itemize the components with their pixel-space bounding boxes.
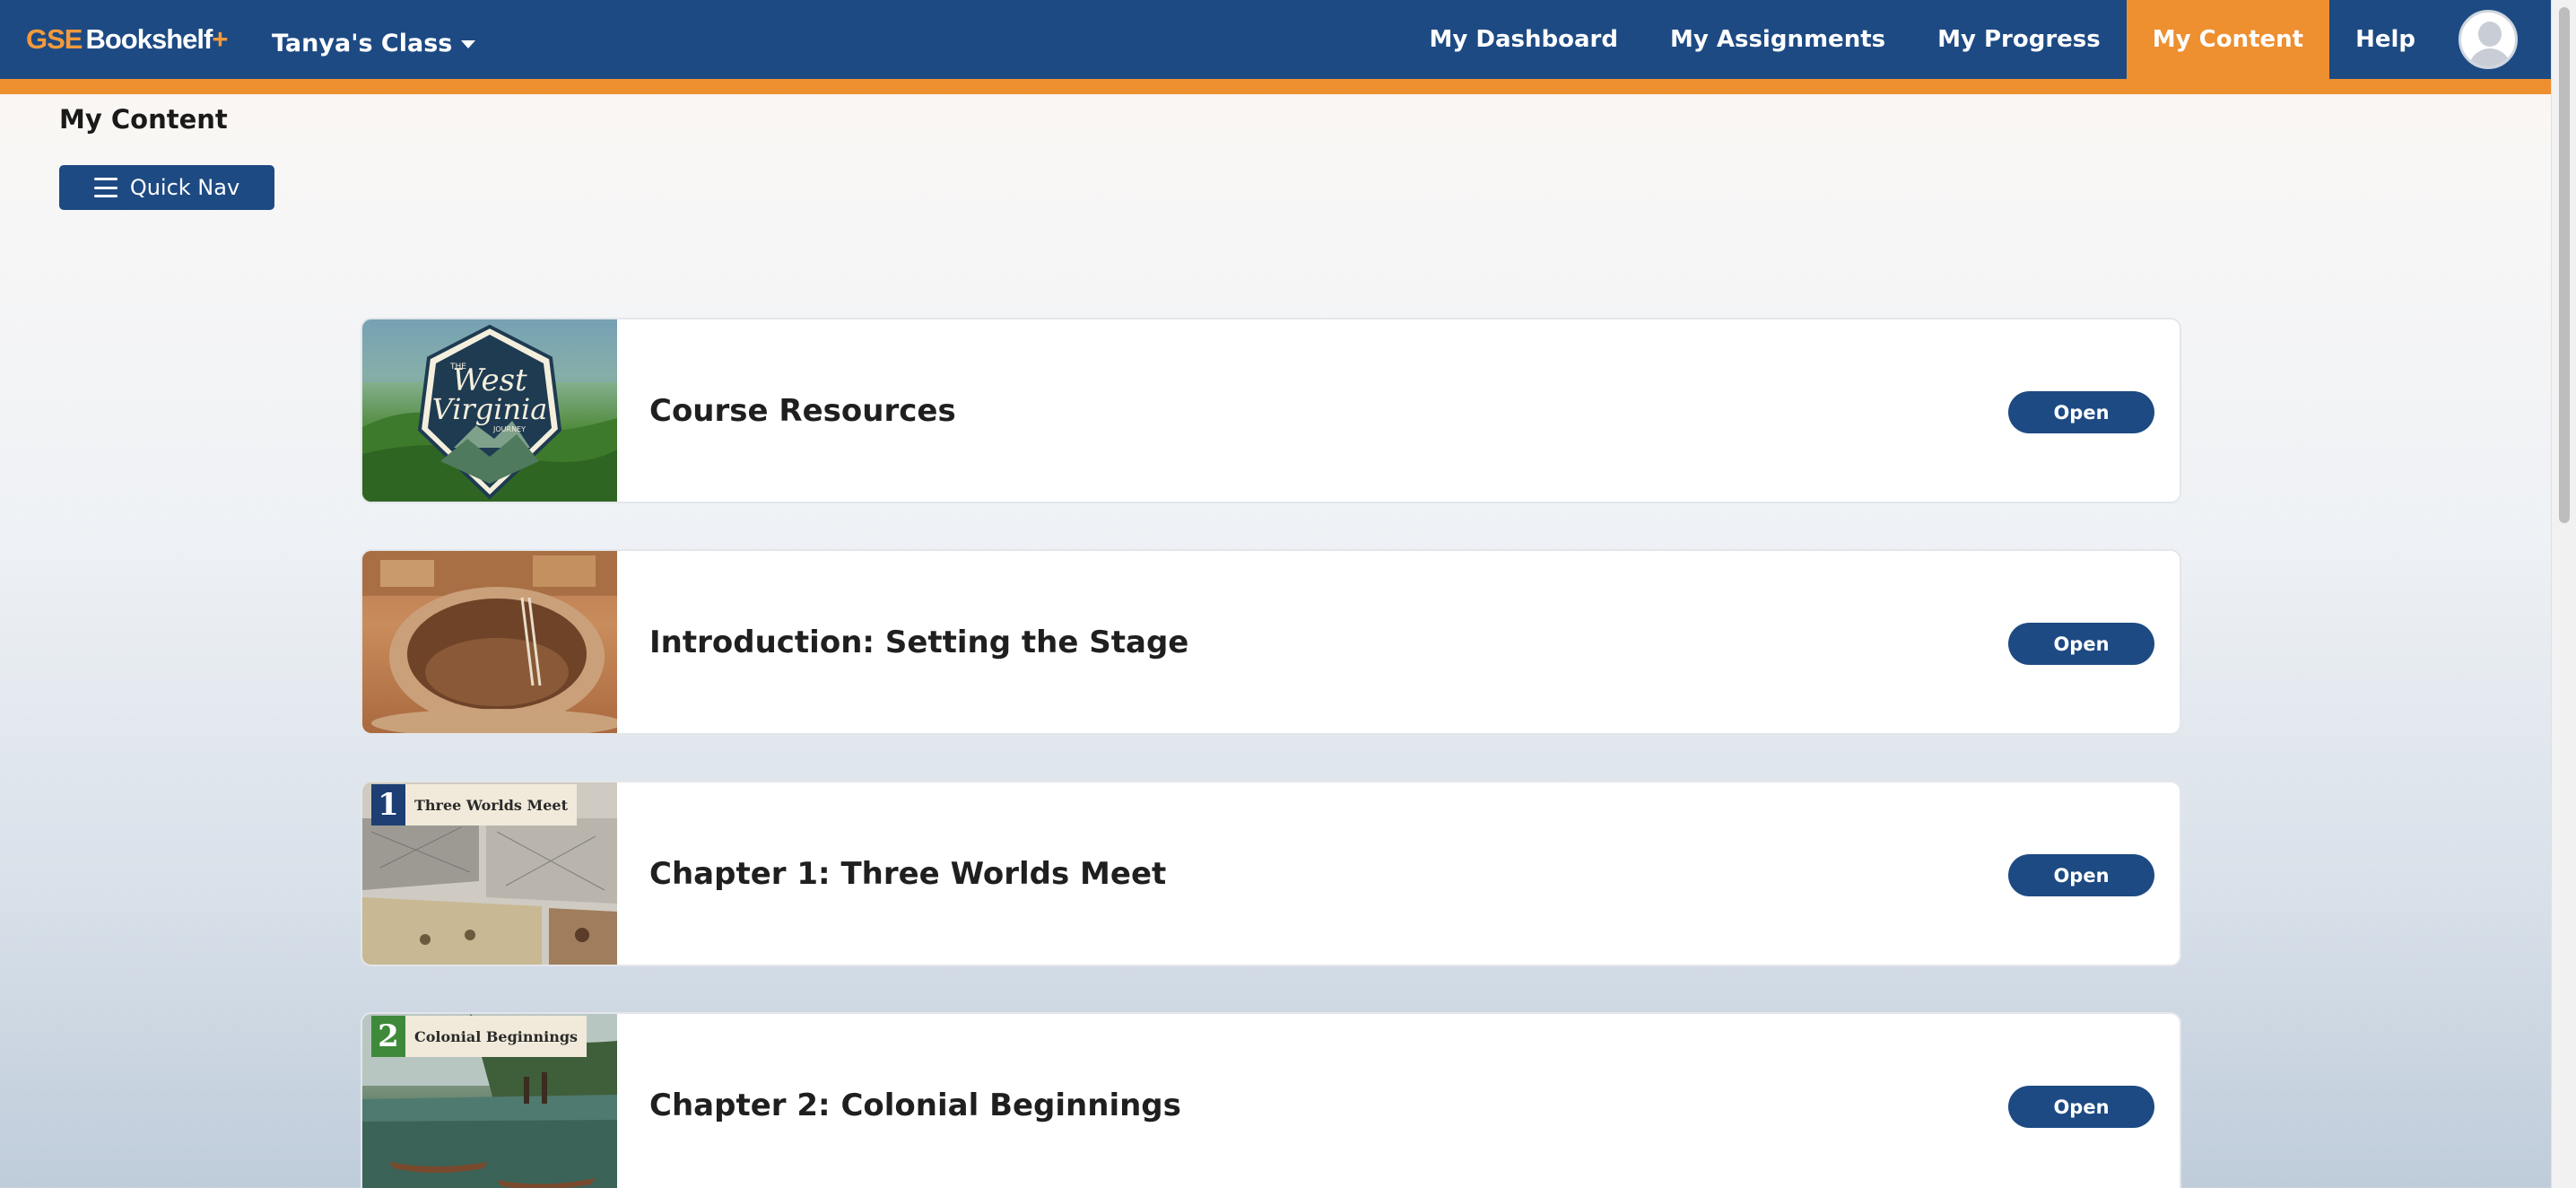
page-title: My Content — [59, 104, 228, 135]
top-navigation-bar: GSE Bookshelf + Tanya's Class My Dashboa… — [0, 0, 2576, 79]
open-button[interactable]: Open — [2008, 1086, 2154, 1128]
logo-suffix: + — [212, 23, 228, 55]
gse-bookshelf-logo[interactable]: GSE Bookshelf + — [26, 23, 228, 56]
header-accent-strip — [0, 79, 2576, 94]
card-title[interactable]: Chapter 1: Three Worlds Meet — [649, 782, 1166, 965]
open-button[interactable]: Open — [2008, 391, 2154, 433]
vertical-scrollbar[interactable] — [2551, 0, 2576, 1188]
badge-journey: JOURNEY — [492, 425, 526, 433]
chapter-name: Three Worlds Meet — [414, 796, 568, 814]
logo-prefix: GSE — [26, 23, 83, 55]
chapter-number: 2 — [371, 1016, 405, 1057]
class-selector-dropdown[interactable]: Tanya's Class — [272, 25, 476, 61]
hamburger-menu-icon — [93, 178, 117, 197]
chapter-2-label: 2 Colonial Beginnings — [371, 1016, 587, 1057]
card-title[interactable]: Chapter 2: Colonial Beginnings — [649, 1014, 1181, 1188]
cliff-dwelling-photo-thumbnail — [362, 551, 617, 733]
nav-my-progress[interactable]: My Progress — [1911, 0, 2127, 79]
class-name: Tanya's Class — [272, 29, 453, 57]
content-card-course-resources[interactable]: THE West Virginia JOURNEY Course Resourc… — [361, 318, 2181, 503]
open-button[interactable]: Open — [2008, 854, 2154, 896]
quick-nav-label: Quick Nav — [129, 175, 240, 200]
content-card-introduction[interactable]: Introduction: Setting the Stage Open — [361, 549, 2181, 735]
quick-nav-button[interactable]: Quick Nav — [59, 165, 274, 210]
scrollbar-thumb[interactable] — [2559, 7, 2570, 523]
chapter-2-painting-thumbnail: 2 Colonial Beginnings — [362, 1014, 617, 1188]
chapter-number: 1 — [371, 784, 405, 825]
main-nav: My Dashboard My Assignments My Progress … — [1404, 0, 2576, 79]
badge-virginia: Virginia — [432, 392, 548, 426]
west-virginia-journey-thumbnail: THE West Virginia JOURNEY — [362, 319, 617, 502]
chapter-1-collage-thumbnail: 1 Three Worlds Meet — [362, 782, 617, 965]
card-title[interactable]: Course Resources — [649, 319, 956, 502]
nav-my-content[interactable]: My Content — [2126, 0, 2330, 79]
caret-down-icon — [461, 39, 476, 48]
logo-main: Bookshelf — [85, 23, 213, 55]
open-button[interactable]: Open — [2008, 623, 2154, 665]
chapter-1-label: 1 Three Worlds Meet — [371, 784, 577, 825]
nav-help[interactable]: Help — [2329, 0, 2441, 79]
content-card-chapter-1[interactable]: 1 Three Worlds Meet Chapter 1: Three Wor… — [361, 781, 2181, 966]
nav-my-assignments[interactable]: My Assignments — [1644, 0, 1911, 79]
card-title[interactable]: Introduction: Setting the Stage — [649, 551, 1188, 733]
content-card-chapter-2[interactable]: 2 Colonial Beginnings Chapter 2: Colonia… — [361, 1012, 2181, 1188]
chapter-name: Colonial Beginnings — [414, 1027, 579, 1045]
user-avatar-icon[interactable] — [2459, 10, 2518, 69]
nav-my-dashboard[interactable]: My Dashboard — [1404, 0, 1644, 79]
